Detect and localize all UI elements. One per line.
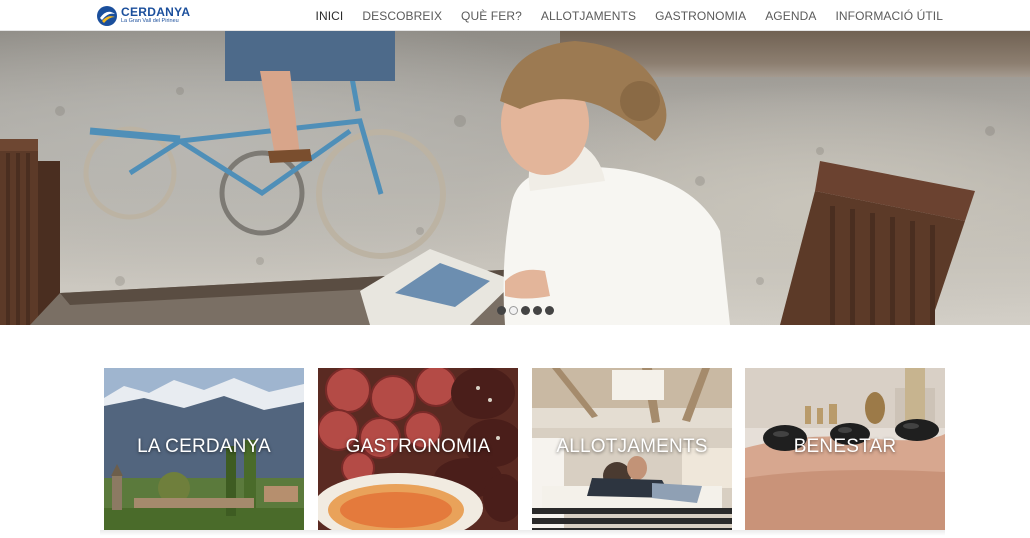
- tiles-shadow: [100, 530, 945, 536]
- site-header: CERDANYA La Gran Vall del Pirineu INICI …: [0, 0, 1030, 31]
- tile-la-cerdanya-label: LA CERDANYA: [137, 436, 271, 457]
- chair-left: [0, 139, 60, 325]
- logo-tagline: La Gran Vall del Pirineu: [121, 18, 179, 25]
- hero-slider[interactable]: [0, 31, 1030, 325]
- slider-dots: [497, 306, 554, 315]
- tile-benestar[interactable]: BENESTAR: [745, 368, 945, 530]
- logo-mark-icon: [97, 5, 117, 26]
- chair-right: [780, 161, 975, 325]
- hero-image: [0, 31, 995, 325]
- slider-dot-4[interactable]: [533, 306, 542, 315]
- logo-text: CERDANYA La Gran Vall del Pirineu: [121, 6, 190, 25]
- tile-allotjaments-label: ALLOTJAMENTS: [556, 436, 708, 457]
- tile-gastronomia-label: GASTRONOMIA: [345, 436, 491, 457]
- slider-dot-2[interactable]: [509, 306, 518, 315]
- main-nav: INICI DESCOBREIX QUÈ FER? ALLOTJAMENTS G…: [297, 0, 943, 31]
- slider-dot-3[interactable]: [521, 306, 530, 315]
- slider-dot-5[interactable]: [545, 306, 554, 315]
- nav-item-gastronomia[interactable]: GASTRONOMIA: [655, 9, 746, 23]
- tile-la-cerdanya[interactable]: LA CERDANYA: [104, 368, 304, 530]
- tile-gastronomia[interactable]: GASTRONOMIA: [318, 368, 518, 530]
- nav-item-agenda[interactable]: AGENDA: [765, 9, 816, 23]
- nav-item-inici[interactable]: INICI: [316, 9, 344, 23]
- site-logo[interactable]: CERDANYA La Gran Vall del Pirineu: [96, 2, 196, 29]
- nav-item-que-fer[interactable]: QUÈ FER?: [461, 9, 522, 23]
- nav-item-descobreix[interactable]: DESCOBREIX: [362, 9, 442, 23]
- tile-benestar-label: BENESTAR: [793, 436, 897, 457]
- tile-allotjaments[interactable]: ALLOTJAMENTS: [532, 368, 732, 530]
- logo-name: CERDANYA: [121, 5, 191, 20]
- cyclist-legs: [225, 31, 395, 163]
- slider-dot-1[interactable]: [497, 306, 506, 315]
- nav-item-allotjaments[interactable]: ALLOTJAMENTS: [541, 9, 636, 23]
- nav-item-informacio-util[interactable]: INFORMACIÓ ÚTIL: [835, 9, 943, 23]
